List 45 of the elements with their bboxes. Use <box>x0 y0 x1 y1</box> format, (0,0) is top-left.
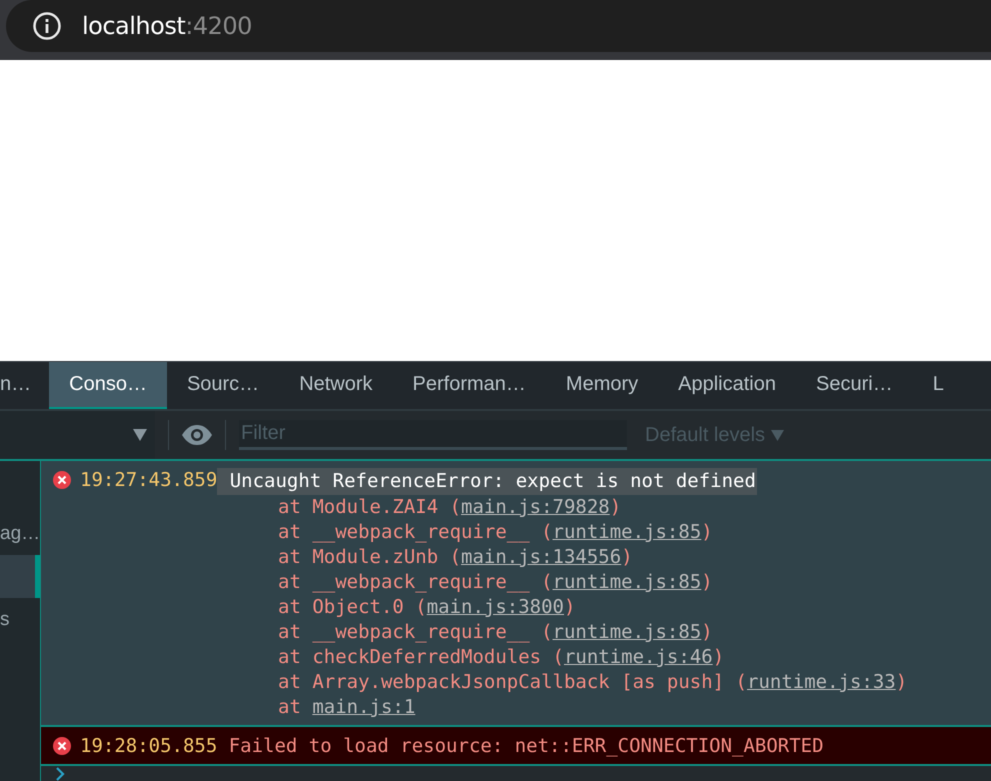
panel-tab[interactable]: Securi… <box>796 362 913 409</box>
timestamp: 19:28:05.855 <box>80 734 218 759</box>
stack-frame: at Module.ZAI4 (main.js:79828) <box>278 495 908 520</box>
source-link[interactable]: main.js:134556 <box>461 546 622 568</box>
eye-icon[interactable] <box>182 425 212 445</box>
source-link[interactable]: runtime.js:85 <box>552 621 702 643</box>
console-message[interactable] <box>41 461 991 727</box>
caret-icon <box>133 429 147 441</box>
error-message: Uncaught ReferenceError: expect is not defined <box>217 468 757 495</box>
source-link[interactable]: runtime.js:85 <box>552 571 702 593</box>
stack-frame: at Object.0 (main.js:3800) <box>278 595 908 620</box>
error-icon <box>53 737 71 755</box>
panel-tab[interactable]: Sourc… <box>166 362 280 409</box>
stack-frame: at __webpack_require__ (runtime.js:85) <box>278 570 908 595</box>
panel-tab[interactable]: n… <box>0 362 50 409</box>
source-link[interactable]: main.js:1 <box>312 696 416 718</box>
source-link[interactable]: runtime.js:33 <box>747 671 896 693</box>
stack-frame: at __webpack_require__ (runtime.js:85) <box>278 520 908 545</box>
panel-tab[interactable]: Conso… <box>49 362 167 409</box>
stack-frame: at Module.zUnb (main.js:134556) <box>278 545 908 570</box>
sidebar-item[interactable]: s <box>0 598 40 641</box>
panel-tab[interactable]: L <box>912 362 964 409</box>
sidebar-item[interactable]: ag… <box>0 512 40 555</box>
source-link[interactable]: runtime.js:46 <box>564 646 713 668</box>
panel-tab[interactable]: Performan… <box>392 362 546 409</box>
error-icon <box>53 471 71 489</box>
stack-frame: at checkDeferredModules (runtime.js:46) <box>278 645 908 670</box>
panel-tab[interactable]: Memory <box>546 362 658 409</box>
stack-frame: at main.js:1 <box>278 695 908 720</box>
caret-icon <box>771 430 784 440</box>
url-text[interactable]: localhost:4200 <box>82 12 252 40</box>
panel-tab[interactable]: Application <box>658 362 796 409</box>
sidebar-item[interactable] <box>0 555 40 598</box>
source-link[interactable]: main.js:3800 <box>426 596 564 618</box>
source-link[interactable]: main.js:79828 <box>461 496 610 518</box>
panel-tab[interactable]: Network <box>279 362 393 409</box>
timestamp: 19:27:43.859 <box>80 468 218 493</box>
error-message: Failed to load resource: net::ERR_CONNECTION_ABORTED <box>228 734 824 759</box>
console-message[interactable]: 19:28:05.855 Failed to load resource: net::ERR_CONNECTION_ABORTED <box>41 727 991 766</box>
source-link[interactable]: runtime.js:85 <box>552 521 702 543</box>
prompt-icon <box>55 766 65 780</box>
stack-frame: at Array.webpackJsonpCallback [as push] (runtime.js:33) <box>278 670 908 695</box>
filter-field[interactable]: Filter <box>239 420 627 450</box>
info-icon[interactable] <box>32 11 62 41</box>
stack-frame: at __webpack_require__ (runtime.js:85) <box>278 620 908 645</box>
